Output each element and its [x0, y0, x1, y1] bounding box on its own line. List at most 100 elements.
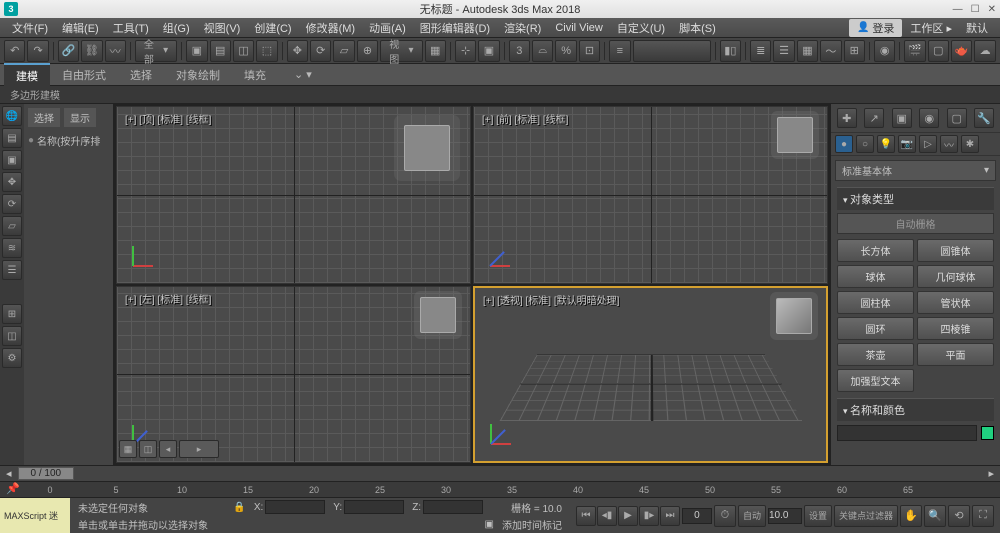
select-button[interactable]: ▣ — [186, 40, 207, 62]
move-button[interactable]: ✥ — [287, 40, 308, 62]
marker-icon[interactable]: ▣ — [485, 519, 494, 530]
login-button[interactable]: 登录 — [849, 19, 902, 37]
systems-cat-icon[interactable]: ✱ — [961, 135, 979, 153]
z-input[interactable] — [423, 500, 483, 514]
lights-cat-icon[interactable]: 💡 — [877, 135, 895, 153]
percent-snap-button[interactable]: % — [555, 40, 576, 62]
undo-button[interactable]: ↶ — [4, 40, 25, 62]
menu-group[interactable]: 组(G) — [157, 18, 196, 38]
scrollbar-left-icon[interactable]: ◂ — [6, 467, 12, 480]
named-sel-dropdown[interactable] — [633, 40, 711, 62]
lt-gear-icon[interactable]: ⚙ — [2, 348, 22, 368]
motion-tab-icon[interactable]: ◉ — [919, 108, 939, 128]
menu-tools[interactable]: 工具(T) — [107, 18, 155, 38]
nav-zoom-icon[interactable]: 🔍 — [924, 505, 946, 527]
render-cloud-button[interactable]: ☁ — [974, 40, 995, 62]
bind-button[interactable]: 〰 — [105, 40, 126, 62]
nav-max-icon[interactable]: ⛶ — [972, 505, 994, 527]
name-color-header[interactable]: 名称和颜色 — [837, 398, 994, 421]
set-key-button[interactable]: 设置 — [804, 505, 832, 527]
menu-render[interactable]: 渲染(R) — [498, 18, 547, 38]
next-frame-button[interactable]: ▮▸ — [639, 506, 659, 526]
viewcube-top-icon[interactable] — [404, 125, 450, 171]
create-tab-icon[interactable]: ✚ — [837, 108, 857, 128]
box-button[interactable]: 长方体 — [837, 239, 914, 262]
cone-button[interactable]: 圆锥体 — [917, 239, 994, 262]
viewcube-left-icon[interactable] — [420, 297, 456, 333]
goto-start-button[interactable]: ⏮ — [576, 506, 596, 526]
nav-orbit-icon[interactable]: ⟲ — [948, 505, 970, 527]
material-button[interactable]: ◉ — [874, 40, 895, 62]
time-ruler[interactable]: 📌 05101520253035404550556065 — [0, 481, 1000, 497]
play-button[interactable]: ▶ — [618, 506, 638, 526]
keymode-button[interactable]: ▣ — [478, 40, 499, 62]
lt-list-icon[interactable]: ☰ — [2, 260, 22, 280]
angle-snap-button[interactable]: ⌓ — [532, 40, 553, 62]
y-input[interactable] — [344, 500, 404, 514]
schematic-button[interactable]: ⊞ — [844, 40, 865, 62]
object-color-swatch[interactable] — [981, 426, 994, 440]
auto-key-button[interactable]: 自动 — [738, 505, 766, 527]
rotate-button[interactable]: ⟳ — [310, 40, 331, 62]
geometry-cat-icon[interactable]: ● — [835, 135, 853, 153]
viewport-perspective[interactable]: [+] [透视] [标准] [默认明暗处理] — [473, 286, 828, 464]
scene-name-header[interactable]: 名称(按升序排 — [28, 133, 109, 148]
lt-move-icon[interactable]: ✥ — [2, 172, 22, 192]
hierarchy-tab-icon[interactable]: ▣ — [892, 108, 912, 128]
vp-persp-label[interactable]: [+] [透视] [标准] [默认明暗处理] — [483, 292, 619, 307]
time-pin-icon[interactable]: 📌 — [6, 482, 20, 495]
ribbon-toggle-button[interactable]: ▦ — [797, 40, 818, 62]
minimize-icon[interactable]: — — [953, 4, 963, 15]
region-rect-button[interactable]: ◫ — [233, 40, 254, 62]
ribbon-tab-selection[interactable]: 选择 — [118, 64, 164, 86]
lt-stack-icon[interactable]: ≋ — [2, 238, 22, 258]
cylinder-button[interactable]: 圆柱体 — [837, 291, 914, 314]
shapes-cat-icon[interactable]: ○ — [856, 135, 874, 153]
render-frame-button[interactable]: ▢ — [928, 40, 949, 62]
layer-button[interactable]: ☰ — [773, 40, 794, 62]
spacewarps-cat-icon[interactable]: 〰 — [940, 135, 958, 153]
lt-grid-icon[interactable]: ◫ — [2, 326, 22, 346]
prev-frame-button[interactable]: ◂▮ — [597, 506, 617, 526]
curve-editor-button[interactable]: 〜 — [820, 40, 841, 62]
object-name-input[interactable] — [837, 425, 977, 441]
scene-tab-display[interactable]: 显示 — [64, 108, 96, 127]
scale-button[interactable]: ▱ — [333, 40, 354, 62]
spinner-snap-button[interactable]: ⊡ — [579, 40, 600, 62]
lt-select-icon[interactable]: ▣ — [2, 150, 22, 170]
key-filters-button[interactable]: 关键点过滤器 — [834, 505, 898, 527]
utilities-tab-icon[interactable]: 🔧 — [974, 108, 994, 128]
auto-grid-checkbox[interactable]: 自动栅格 — [837, 213, 994, 234]
menu-create[interactable]: 创建(C) — [248, 18, 297, 38]
viewport-front[interactable]: [+] [前] [标准] [线框] — [473, 106, 828, 284]
scene-tab-select[interactable]: 选择 — [28, 108, 60, 127]
unlink-button[interactable]: ⛓ — [81, 40, 102, 62]
time-slider[interactable]: ◂ 0 / 100 ▸ — [0, 465, 1000, 481]
pyramid-button[interactable]: 四棱锥 — [917, 317, 994, 340]
menu-default[interactable]: 默认 — [960, 18, 994, 38]
scrollbar-right-icon[interactable]: ▸ — [988, 467, 994, 480]
teapot-button[interactable]: 茶壶 — [837, 343, 914, 366]
menu-workspace[interactable]: 工作区 ▸ — [904, 18, 958, 38]
geosphere-button[interactable]: 几何球体 — [917, 265, 994, 288]
textplus-button[interactable]: 加强型文本 — [837, 369, 914, 392]
viewport-left[interactable]: [+] [左] [标准] [线框] ▦ ◫ ◂ ▸ — [116, 286, 471, 464]
link-button[interactable]: 🔗 — [58, 40, 79, 62]
primitive-dropdown[interactable]: 标准基本体▾ — [835, 160, 996, 181]
vp-scroll-right-icon[interactable]: ▸ — [179, 440, 219, 458]
key-spinner-input[interactable] — [768, 508, 802, 524]
mirror-button[interactable]: ▮▯ — [720, 40, 741, 62]
ribbon-tab-freeform[interactable]: 自由形式 — [50, 64, 118, 86]
viewcube-persp-icon[interactable] — [776, 298, 812, 334]
lt-snap-icon[interactable]: ⊞ — [2, 304, 22, 324]
viewcube-front-icon[interactable] — [777, 117, 813, 153]
render-setup-button[interactable]: 🎬 — [904, 40, 925, 62]
lt-rotate-icon[interactable]: ⟳ — [2, 194, 22, 214]
goto-end-button[interactable]: ⏭ — [660, 506, 680, 526]
ribbon-tab-paint[interactable]: 对象绘制 — [164, 64, 232, 86]
lt-world-icon[interactable]: 🌐 — [2, 106, 22, 126]
ribbon-tab-fill[interactable]: 填充 — [232, 64, 278, 86]
vp-top-label[interactable]: [+] [顶] [标准] [线框] — [125, 111, 211, 126]
tube-button[interactable]: 管状体 — [917, 291, 994, 314]
display-tab-icon[interactable]: ▢ — [947, 108, 967, 128]
